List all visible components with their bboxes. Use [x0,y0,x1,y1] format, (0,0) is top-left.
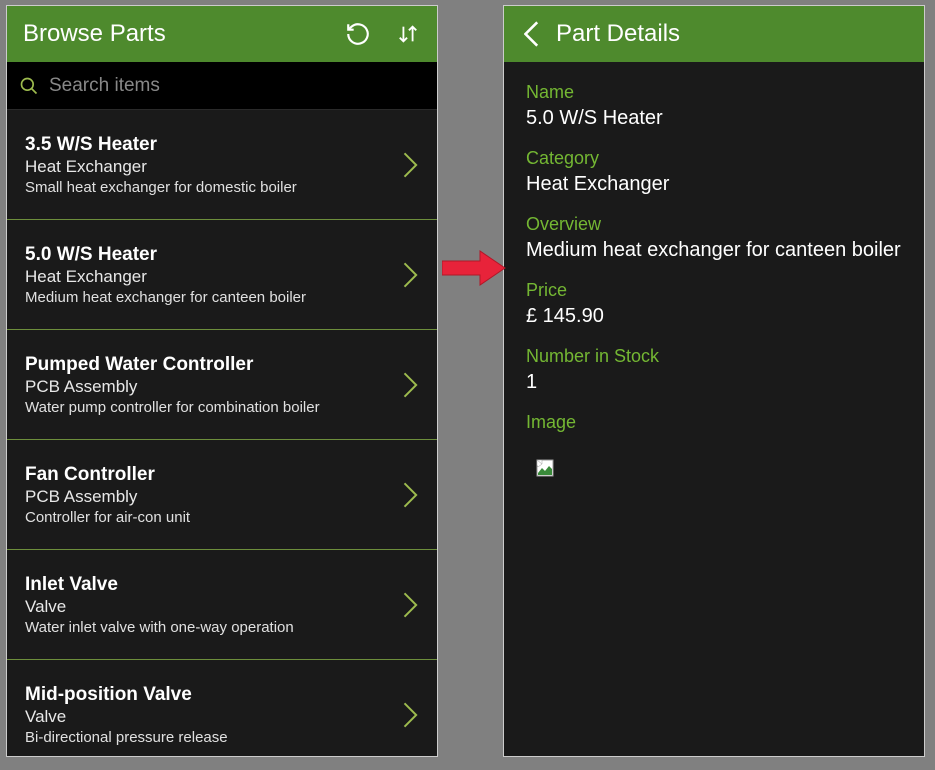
item-desc: Water inlet valve with one-way operation [25,619,395,636]
value-stock: 1 [526,371,902,394]
item-title: Inlet Valve [25,574,395,596]
item-title: Mid-position Valve [25,684,395,706]
browse-title: Browse Parts [23,20,345,48]
chevron-right-icon [403,482,419,508]
header-actions [345,21,421,47]
sort-icon[interactable] [395,21,421,47]
list-item-content: Pumped Water Controller PCB Assembly Wat… [25,354,395,416]
details-body: Name 5.0 W/S Heater Category Heat Exchan… [504,62,924,500]
list-item[interactable]: Mid-position Valve Valve Bi-directional … [7,660,437,770]
label-stock: Number in Stock [526,346,902,367]
item-desc: Small heat exchanger for domestic boiler [25,179,395,196]
chevron-right-icon [403,592,419,618]
item-desc: Bi-directional pressure release [25,729,395,746]
label-name: Name [526,82,902,103]
item-title: 5.0 W/S Heater [25,244,395,266]
item-category: PCB Assembly [25,377,395,397]
search-bar[interactable] [7,62,437,110]
details-title: Part Details [556,20,908,48]
item-desc: Medium heat exchanger for canteen boiler [25,289,395,306]
back-icon[interactable] [520,22,544,46]
list-item[interactable]: 3.5 W/S Heater Heat Exchanger Small heat… [7,110,437,220]
search-icon [19,76,39,96]
label-image: Image [526,412,902,433]
parts-list: 3.5 W/S Heater Heat Exchanger Small heat… [7,110,437,770]
item-title: 3.5 W/S Heater [25,134,395,156]
item-category: Valve [25,597,395,617]
chevron-right-icon [403,152,419,178]
item-title: Fan Controller [25,464,395,486]
list-item[interactable]: 5.0 W/S Heater Heat Exchanger Medium hea… [7,220,437,330]
red-arrow-annotation [442,249,506,287]
value-category: Heat Exchanger [526,173,902,196]
item-category: Heat Exchanger [25,267,395,287]
list-item-content: Fan Controller PCB Assembly Controller f… [25,464,395,526]
search-input[interactable] [49,75,425,97]
chevron-right-icon [403,702,419,728]
item-category: Valve [25,707,395,727]
label-category: Category [526,148,902,169]
item-desc: Water pump controller for combination bo… [25,399,395,416]
value-name: 5.0 W/S Heater [526,107,902,130]
list-item[interactable]: Fan Controller PCB Assembly Controller f… [7,440,437,550]
value-price: £ 145.90 [526,305,902,328]
browse-panel: Browse Parts [6,5,438,757]
list-item[interactable]: Inlet Valve Valve Water inlet valve with… [7,550,437,660]
value-overview: Medium heat exchanger for canteen boiler [526,239,902,262]
list-item[interactable]: Pumped Water Controller PCB Assembly Wat… [7,330,437,440]
chevron-right-icon [403,262,419,288]
list-item-content: Inlet Valve Valve Water inlet valve with… [25,574,395,636]
label-price: Price [526,280,902,301]
details-panel: Part Details Name 5.0 W/S Heater Categor… [503,5,925,757]
item-category: PCB Assembly [25,487,395,507]
browse-header: Browse Parts [7,6,437,62]
item-desc: Controller for air-con unit [25,509,395,526]
item-category: Heat Exchanger [25,157,395,177]
list-item-content: Mid-position Valve Valve Bi-directional … [25,684,395,746]
list-item-content: 3.5 W/S Heater Heat Exchanger Small heat… [25,134,395,196]
list-item-content: 5.0 W/S Heater Heat Exchanger Medium hea… [25,244,395,306]
broken-image-icon [536,459,552,475]
chevron-right-icon [403,372,419,398]
item-title: Pumped Water Controller [25,354,395,376]
label-overview: Overview [526,214,902,235]
refresh-icon[interactable] [345,21,371,47]
details-header: Part Details [504,6,924,62]
